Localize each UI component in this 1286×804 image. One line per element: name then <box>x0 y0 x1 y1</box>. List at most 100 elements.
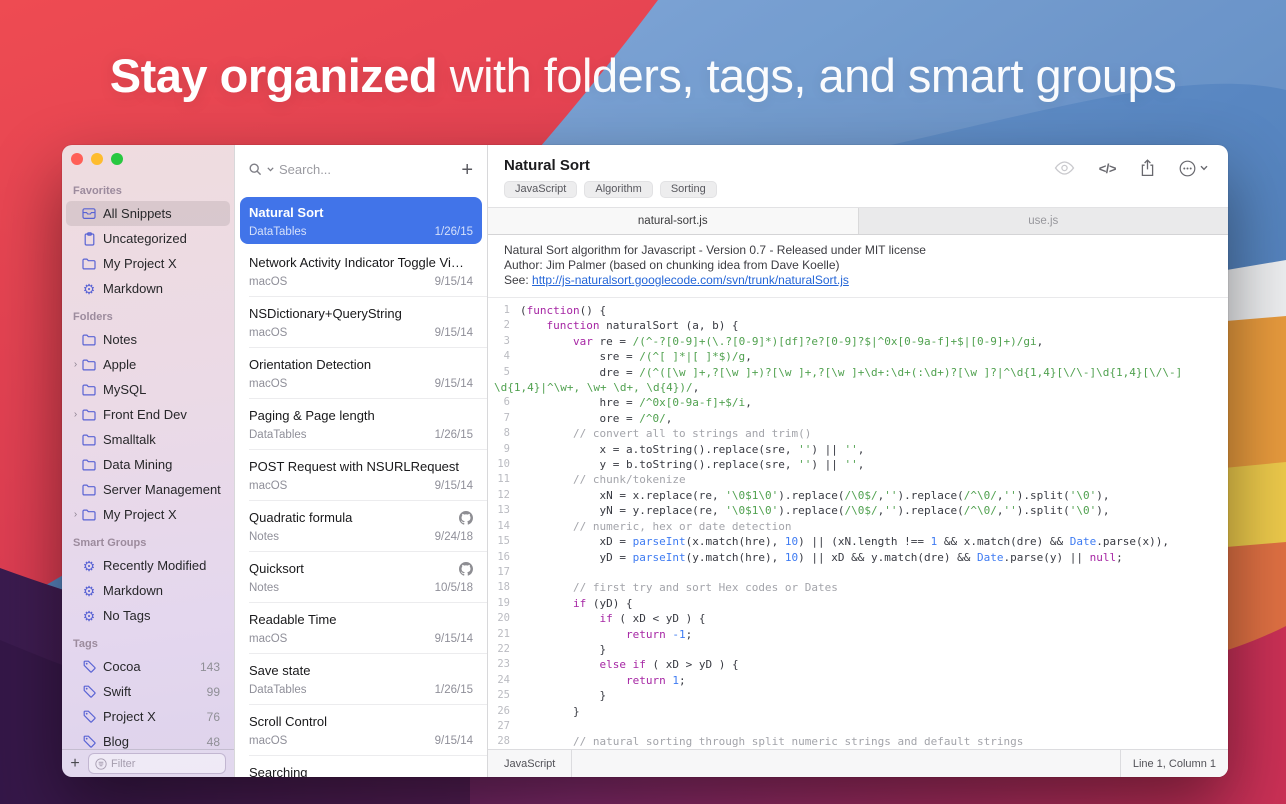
snippet-list-item[interactable]: Save stateDataTables1/26/15 <box>235 654 487 705</box>
folder-icon <box>81 433 97 447</box>
code-line: 26 } <box>488 704 1228 719</box>
snippet-item-title: Network Activity Indicator Toggle Vi… <box>249 255 473 270</box>
sidebar-item-label: Smalltalk <box>103 432 156 447</box>
tag-pill-sorting[interactable]: Sorting <box>660 181 717 198</box>
tag-icon <box>81 710 97 724</box>
sidebar-item-blog[interactable]: Blog48 <box>66 729 230 750</box>
snippet-item-folder: macOS <box>249 327 287 339</box>
tag-count: 48 <box>207 735 230 749</box>
snippet-item-title: Save state <box>249 663 473 678</box>
line-number: 3 <box>488 334 520 349</box>
sidebar: FavoritesAll SnippetsUncategorizedMy Pro… <box>62 145 234 777</box>
minimize-window-button[interactable] <box>91 153 103 165</box>
sidebar-item-smalltalk[interactable]: Smalltalk <box>66 427 230 452</box>
fragment-tab-use-js[interactable]: use.js <box>859 208 1229 234</box>
editor-pane: Natural Sort JavaScriptAlgorithmSorting … <box>488 145 1228 777</box>
line-number: 2 <box>488 318 520 333</box>
snippet-item-date: 9/15/14 <box>435 378 473 390</box>
snippet-list-item[interactable]: Scroll ControlmacOS9/15/14 <box>235 705 487 756</box>
code-line: 14 // numeric, hex or date detection <box>488 519 1228 534</box>
snippet-list-item[interactable]: POST Request with NSURLRequestmacOS9/15/… <box>235 450 487 501</box>
zoom-window-button[interactable] <box>111 153 123 165</box>
line-number: 6 <box>488 395 520 410</box>
sidebar-item-markdown[interactable]: ⚙ Markdown <box>66 578 230 603</box>
snippet-item-title: Scroll Control <box>249 714 473 729</box>
language-selector[interactable]: JavaScript <box>488 750 572 777</box>
code-line: 25 } <box>488 688 1228 703</box>
chevron-right-icon[interactable]: › <box>70 360 81 370</box>
code-line: 6 hre = /^0x[0-9a-f]+$/i, <box>488 395 1228 410</box>
snippet-list-column: Search... + Natural SortDataTables1/26/1… <box>234 145 488 777</box>
snippet-item-folder: macOS <box>249 735 287 747</box>
sidebar-item-recently-modified[interactable]: ⚙Recently Modified <box>66 553 230 578</box>
snippet-list-item[interactable]: Network Activity Indicator Toggle Vi…mac… <box>235 246 487 297</box>
sidebar-section-favorites: FavoritesAll SnippetsUncategorizedMy Pro… <box>62 175 234 301</box>
sidebar-item-my-project-x[interactable]: My Project X <box>66 251 230 276</box>
tag-count: 99 <box>207 685 230 699</box>
code-view-button[interactable]: </> <box>1099 161 1116 176</box>
sidebar-item-label: My Project X <box>103 507 177 522</box>
add-group-button[interactable]: + <box>62 756 88 772</box>
sidebar-item-notes[interactable]: Notes <box>66 327 230 352</box>
filter-placeholder: Filter <box>111 758 135 770</box>
sidebar-item-data-mining[interactable]: Data Mining <box>66 452 230 477</box>
sidebar-item-no-tags[interactable]: ⚙No Tags <box>66 603 230 628</box>
snippet-list-item[interactable]: Searching <box>235 756 487 777</box>
line-number: 5 <box>488 365 520 380</box>
sidebar-item-uncategorized[interactable]: Uncategorized <box>66 226 230 251</box>
sidebar-item-label: Markdown <box>103 583 163 598</box>
eye-icon <box>1054 161 1075 175</box>
preview-button[interactable] <box>1054 161 1075 175</box>
search-icon[interactable] <box>249 163 262 176</box>
sidebar-item-project-x[interactable]: Project X76 <box>66 704 230 729</box>
line-number: 19 <box>488 596 520 611</box>
snippet-list-item[interactable]: Paging & Page lengthDataTables1/26/15 <box>235 399 487 450</box>
sidebar-section-header: Smart Groups <box>62 527 234 553</box>
code-line: 10 y = b.toString().replace(sre, '') || … <box>488 457 1228 472</box>
code-editor[interactable]: 1(function() {2 function naturalSort (a,… <box>488 298 1228 749</box>
sidebar-item-markdown[interactable]: ⚙Markdown <box>66 276 230 301</box>
search-bar: Search... + <box>235 145 487 194</box>
fragment-tab-natural-sort-js[interactable]: natural-sort.js <box>488 208 859 234</box>
sidebar-item-label: All Snippets <box>103 206 172 221</box>
code-line: 28 // natural sorting through split nume… <box>488 734 1228 749</box>
snippet-list-item[interactable]: Orientation DetectionmacOS9/15/14 <box>235 348 487 399</box>
filter-input[interactable]: Filter <box>88 753 226 774</box>
chevron-right-icon[interactable]: › <box>70 410 81 420</box>
tag-pill-algorithm[interactable]: Algorithm <box>584 181 652 198</box>
chevron-right-icon[interactable]: › <box>70 510 81 520</box>
sidebar-item-label: Data Mining <box>103 457 172 472</box>
sidebar-item-cocoa[interactable]: Cocoa143 <box>66 654 230 679</box>
sidebar-item-my-project-x[interactable]: › My Project X <box>66 502 230 527</box>
line-number: 27 <box>488 719 520 734</box>
snippet-list-item[interactable]: QuicksortNotes10/5/18 <box>235 552 487 603</box>
close-window-button[interactable] <box>71 153 83 165</box>
sidebar-item-swift[interactable]: Swift99 <box>66 679 230 704</box>
snippet-item-date: 1/26/15 <box>435 684 473 696</box>
naturalsort-link[interactable]: http://js-naturalsort.googlecode.com/svn… <box>532 273 849 287</box>
app-window: FavoritesAll SnippetsUncategorizedMy Pro… <box>62 145 1228 777</box>
line-number: 14 <box>488 519 520 534</box>
snippet-list-item[interactable]: NSDictionary+QueryStringmacOS9/15/14 <box>235 297 487 348</box>
snippet-list-item[interactable]: Readable TimemacOS9/15/14 <box>235 603 487 654</box>
search-placeholder[interactable]: Search... <box>279 162 456 177</box>
snippet-item-title: Orientation Detection <box>249 357 473 372</box>
tag-pill-javascript[interactable]: JavaScript <box>504 181 577 198</box>
description-line: Author: Jim Palmer (based on chunking id… <box>504 258 1212 273</box>
new-snippet-button[interactable]: + <box>461 160 473 180</box>
sidebar-item-mysql[interactable]: MySQL <box>66 377 230 402</box>
search-scope-chevron-icon[interactable] <box>267 167 274 172</box>
code-line: 23 else if ( xD > yD ) { <box>488 657 1228 672</box>
more-actions-button[interactable] <box>1179 160 1208 177</box>
sidebar-item-all-snippets[interactable]: All Snippets <box>66 201 230 226</box>
snippet-list-item[interactable]: Quadratic formulaNotes9/24/18 <box>235 501 487 552</box>
gear-icon: ⚙ <box>81 584 97 598</box>
sidebar-item-front-end-dev[interactable]: ›Front End Dev <box>66 402 230 427</box>
code-line: 15 xD = parseInt(x.match(hre), 10) || (x… <box>488 534 1228 549</box>
code-line: 20 if ( xD < yD ) { <box>488 611 1228 626</box>
sidebar-item-server-management[interactable]: Server Management <box>66 477 230 502</box>
snippet-list-item[interactable]: Natural SortDataTables1/26/15 <box>240 197 482 244</box>
sidebar-item-apple[interactable]: ›Apple <box>66 352 230 377</box>
desktop: Stay organized with folders, tags, and s… <box>0 0 1286 804</box>
share-button[interactable] <box>1140 159 1155 177</box>
